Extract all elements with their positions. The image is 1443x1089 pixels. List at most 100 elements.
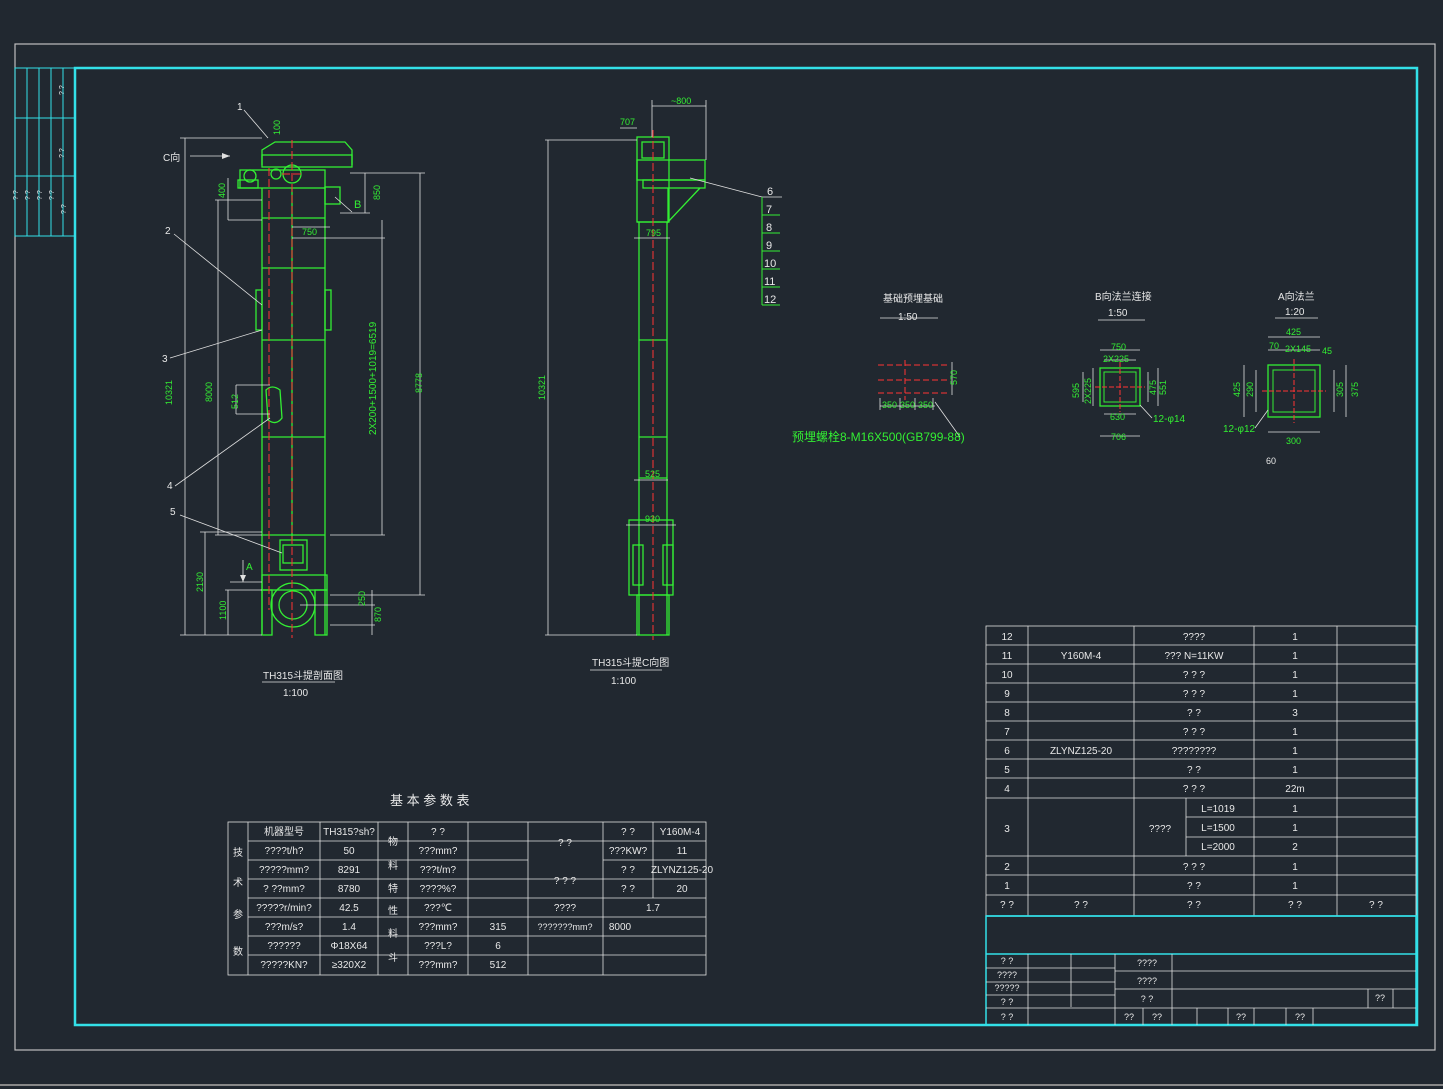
foundation-scale: 1:50 <box>898 312 918 323</box>
b-flange-dim-750: 750 <box>1111 342 1126 352</box>
param-cell-r8-c1: ?????KN? <box>260 960 308 971</box>
param-motor-label: ? ? <box>558 838 572 849</box>
parts-row3-sub2-qty: 1 <box>1292 823 1298 834</box>
callout-9: 9 <box>766 240 772 252</box>
dim-8000: 8000 <box>204 382 214 402</box>
dim-795: 795 <box>646 228 661 238</box>
dim-800: ~800 <box>671 96 691 106</box>
foundation-bolt-note: 预埋螺栓8-M16X500(GB799-88) <box>792 429 965 444</box>
parts-cell-r9-c3: ? ? ? <box>1183 784 1206 795</box>
a-flange-detail[interactable]: A向法兰 1:20 425 70 2X145 45 425 290 305 37… <box>1223 290 1360 466</box>
param-cell-r8-c3: ???mm? <box>419 960 458 971</box>
param-cell-r5-c5: 1.7 <box>646 903 660 914</box>
title-mid-label-1: ???? <box>1137 958 1157 968</box>
param-cell-r1-c5: Y160M-4 <box>660 827 701 838</box>
parts-cell-r7-c4: 1 <box>1292 746 1298 757</box>
parts-cell-r3-c1: 10 <box>1001 670 1013 681</box>
title-bottom-cell-4: ?? <box>1295 1012 1305 1022</box>
parts-cell-r4-c3: ? ? ? <box>1183 689 1206 700</box>
param-cell-r5-c2: 42.5 <box>339 903 359 914</box>
view-c-label: C向 <box>163 151 180 164</box>
dim-525: 525 <box>645 469 660 479</box>
parts-row3-sub3-len: L=2000 <box>1201 842 1235 853</box>
parts-cell-r5-c3: ? ? <box>1187 708 1201 719</box>
inner-frame <box>73 66 1419 1027</box>
param-mid-label-4: 性 <box>388 904 398 917</box>
parameter-table[interactable]: 基 本 参 数 表 技 术 参 数 物 料 特 性 料 斗 ? ? ? ? ? … <box>227 793 714 976</box>
foundation-dim-1: 350 <box>882 400 897 410</box>
parts-cell-r10-c4: 1 <box>1292 862 1298 873</box>
svg-text:? ?: ? ? <box>59 85 66 95</box>
parts-header-4: ? ? <box>1288 900 1302 911</box>
foundation-dim-570: 570 <box>949 370 959 385</box>
callout-5: 5 <box>170 507 176 518</box>
parts-list-table[interactable]: 12???? 111 Y160M-4??? N=11KW 110? ? ? 19? ? … <box>985 625 1417 917</box>
parts-cell-r4-c4: 1 <box>1292 689 1298 700</box>
param-cell-r6-c2: 1.4 <box>342 922 356 933</box>
parts-cell-r8-c4: 1 <box>1292 765 1298 776</box>
callout-7: 7 <box>766 204 772 216</box>
svg-text:? ?: ? ? <box>59 148 66 158</box>
param-mid-label-6: 斗 <box>388 952 398 964</box>
arrow-b-label: B <box>354 199 361 211</box>
b-flange-detail[interactable]: B向法兰连接 1:50 750 2X225 595 2X225 475 551 … <box>1071 290 1185 442</box>
dim-850: 850 <box>372 185 382 200</box>
a-flange-dim-290: 290 <box>1245 382 1255 397</box>
title-left-label-5: ? ? <box>1001 1012 1014 1022</box>
callout-10: 10 <box>764 258 776 270</box>
param-cell-r7-c4: 6 <box>495 941 501 952</box>
param-cell-r5-c3: ???℃ <box>424 903 452 914</box>
param-cell-r1-c3: ? ? <box>431 827 445 838</box>
param-cell-r5-c1: ?????r/min? <box>256 903 312 914</box>
a-flange-dim-305: 305 <box>1335 382 1345 397</box>
param-cell-r6-c4: 315 <box>490 922 507 933</box>
parts-cell-r6-c4: 1 <box>1292 727 1298 738</box>
b-flange-dim-2x225: 2X225 <box>1103 354 1129 364</box>
parts-cell-r4-c1: 9 <box>1004 689 1010 700</box>
param-mid-label-1: 物 <box>388 835 398 848</box>
a-flange-dim-425: 425 <box>1286 327 1301 337</box>
dim-930: 930 <box>645 514 660 524</box>
a-flange-dim-60: 60 <box>1266 456 1276 466</box>
foundation-detail[interactable]: 基础预埋基础 1:50 350 350 350 570 预埋螺栓8-M16X50… <box>792 292 965 444</box>
title-right-cell: ?? <box>1375 993 1385 1003</box>
parts-cell-r8-c3: ? ? <box>1187 765 1201 776</box>
section-view-title: TH315斗提剖面图 <box>263 669 343 682</box>
param-cell-r4-c5: 20 <box>676 884 688 895</box>
param-cell-r2-c5: 11 <box>677 846 688 857</box>
param-side-label-3: 参 <box>233 908 243 921</box>
title-left-label-2: ???? <box>997 970 1017 980</box>
section-view-scale: 1:100 <box>283 688 308 699</box>
parts-cell-r5-c1: 8 <box>1004 708 1010 719</box>
param-cell-r3-c5: ZLYNZ125-20 <box>651 865 714 876</box>
title-block[interactable]: ? ? ???? ????? ? ? ? ? ???? ???? ? ? ?? … <box>985 915 1417 1026</box>
parts-header-3: ? ? <box>1187 900 1201 911</box>
callout-2: 2 <box>165 226 171 237</box>
elevator-side-view[interactable]: ~800 707 795 10321 525 930 6 7 8 9 10 11… <box>537 96 782 687</box>
dim-1100: 1100 <box>218 601 228 620</box>
parts-cell-r2-c2: Y160M-4 <box>1061 651 1102 662</box>
param-cell-r7-c1: ?????? <box>267 941 301 952</box>
cad-drawing-canvas[interactable]: ? ? ? ? ? ? ? ? ? ? ? ? ? ? 100 850 400 … <box>0 0 1443 1089</box>
parts-header-1: ? ? <box>1000 900 1014 911</box>
parts-cell-r9-c1: 4 <box>1004 784 1010 795</box>
parts-cell-r11-c1: 1 <box>1004 881 1010 892</box>
param-cell-r5-c4: ???? <box>554 903 577 914</box>
callout-11: 11 <box>764 276 775 288</box>
foundation-title: 基础预埋基础 <box>883 292 943 305</box>
param-reducer-label: ? ? ? <box>554 876 577 887</box>
a-flange-title: A向法兰 <box>1278 290 1315 303</box>
title-bottom-cell-1: ?? <box>1124 1012 1134 1022</box>
parts-cell-r9-c4: 22m <box>1285 784 1304 795</box>
param-cell-r3-c2: 8291 <box>338 865 361 876</box>
dim-750: 750 <box>302 227 317 237</box>
a-flange-dim-300: 300 <box>1286 436 1301 446</box>
dim-250: 250 <box>357 591 367 606</box>
parts-cell-r11-c3: ? ? <box>1187 881 1201 892</box>
b-flange-dim-595: 595 <box>1071 383 1081 398</box>
param-cell-r1-c1: 机器型号 <box>264 825 304 838</box>
callout-12: 12 <box>764 294 776 306</box>
b-flange-holes: 12-φ14 <box>1153 414 1185 425</box>
elevator-section-view[interactable]: 100 850 400 750 10321 8000 512 2X200+150… <box>162 102 662 699</box>
parts-cell-r1-c1: 12 <box>1001 632 1013 643</box>
